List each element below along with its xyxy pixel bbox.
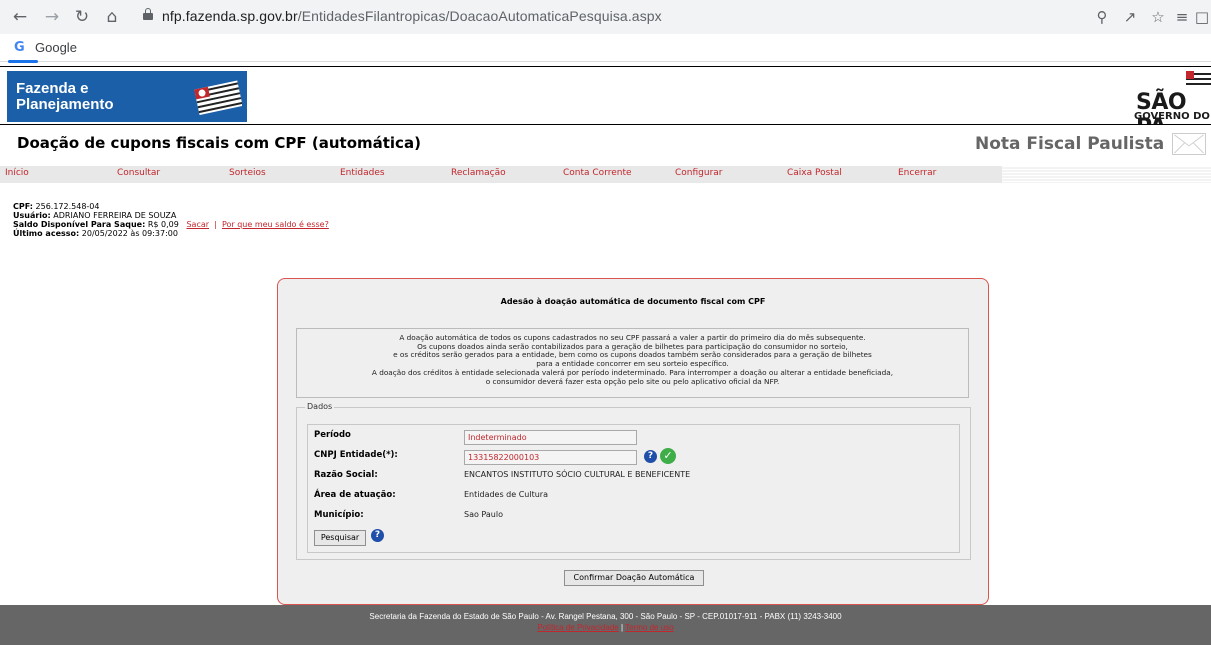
confirmar-doacao-button[interactable]: Confirmar Doação Automática — [564, 570, 704, 586]
pesquisar-button[interactable]: Pesquisar — [314, 530, 366, 546]
razao-social-value: ENCANTOS INSTITUTO SÓCIO CULTURAL E BENE… — [464, 470, 691, 479]
footer: Secretaria da Fazenda do Estado de São P… — [0, 605, 1211, 645]
sp-flag-small-icon — [1186, 71, 1211, 85]
cnpj-field[interactable]: 13315822000103 — [464, 450, 637, 465]
saldo-value: R$ 0,09 — [147, 220, 179, 229]
menu-item-caixa-postal[interactable]: Caixa Postal — [787, 168, 842, 178]
periodo-label: Período — [314, 430, 351, 440]
saldo-separator: | — [214, 220, 217, 229]
star-icon[interactable]: ☆ — [1146, 5, 1170, 29]
google-icon: G — [14, 40, 25, 55]
user-info: CPF: 256.172.548-04 Usuário: ADRIANO FER… — [13, 202, 329, 238]
sp-logo-subtitle: GOVERNO DO — [1134, 111, 1210, 122]
footer-links: Política de Privacidade | Termo de uso — [0, 623, 1211, 632]
footer-address: Secretaria da Fazenda do Estado de São P… — [369, 612, 842, 621]
cnpj-check-icon: ✓ — [660, 448, 676, 464]
area-atuacao-label: Área de atuação: — [314, 490, 396, 500]
bookmark-google[interactable]: Google — [35, 40, 77, 55]
ultimo-acesso-label: Último acesso: — [13, 229, 80, 238]
usuario-value: ADRIANO FERREIRA DE SOUZA — [53, 211, 177, 220]
main-menu: Início Consultar Sorteios Entidades Recl… — [0, 166, 1002, 183]
forward-icon[interactable]: → — [40, 5, 64, 29]
ultimo-acesso-row: Último acesso: 20/05/2022 às 09:37:00 — [13, 229, 329, 238]
usuario-label: Usuário: — [13, 211, 51, 220]
reload-icon[interactable]: ↻ — [70, 5, 94, 29]
menu-item-configurar[interactable]: Configurar — [675, 168, 723, 178]
menu-filler — [1002, 166, 1211, 183]
url-path: /EntidadesFilantropicas/DoacaoAutomatica… — [297, 8, 662, 24]
home-icon[interactable]: ⌂ — [100, 5, 124, 29]
pesquisar-help-icon[interactable]: ? — [371, 529, 384, 542]
logo-line1: Fazenda e — [16, 80, 89, 97]
menu-item-inicio[interactable]: Início — [5, 168, 29, 178]
lock-icon[interactable] — [143, 8, 153, 20]
dados-fieldset: Dados Período Indeterminado CNPJ Entidad… — [296, 402, 971, 560]
back-icon[interactable]: ← — [8, 5, 32, 29]
cpf-value: 256.172.548-04 — [35, 202, 100, 211]
menu-item-entidades[interactable]: Entidades — [340, 168, 385, 178]
razao-social-label: Razão Social: — [314, 470, 378, 480]
url-domain: nfp.fazenda.sp.gov.br — [162, 8, 298, 24]
info-text: A doação automática de todos os cupons c… — [297, 333, 968, 386]
logo-text: Fazenda e Planejamento — [16, 81, 114, 113]
cnpj-label: CNPJ Entidade(*): — [314, 450, 398, 460]
menu-item-conta-corrente[interactable]: Conta Corrente — [563, 168, 632, 178]
site-header: Fazenda e Planejamento SÃO PA GOVERNO DO — [0, 66, 1211, 140]
municipio-value: Sao Paulo — [464, 510, 503, 519]
sao-paulo-government-logo[interactable]: SÃO PA GOVERNO DO — [1134, 71, 1211, 140]
periodo-field[interactable]: Indeterminado — [464, 430, 637, 445]
menu-item-reclamacao[interactable]: Reclamação — [451, 168, 506, 178]
sacar-link[interactable]: Sacar — [186, 220, 209, 229]
area-atuacao-value: Entidades de Cultura — [464, 490, 548, 499]
ultimo-acesso-value: 20/05/2022 às 09:37:00 — [81, 229, 178, 238]
privacy-policy-link[interactable]: Política de Privacidade — [537, 623, 618, 632]
title-bar: Doação de cupons fiscais com CPF (automá… — [0, 125, 1211, 163]
share-icon[interactable]: ↗ — [1118, 5, 1142, 29]
logo-line2: Planejamento — [16, 96, 114, 113]
cpf-row: CPF: 256.172.548-04 — [13, 202, 329, 211]
terms-of-use-link[interactable]: Termo de uso — [625, 623, 673, 632]
panel-title: Adesão à doação automática de documento … — [500, 297, 766, 306]
info-box: A doação automática de todos os cupons c… — [296, 328, 969, 398]
dados-legend: Dados — [305, 402, 335, 411]
sp-flag-icon — [194, 80, 242, 115]
cpf-label: CPF: — [13, 202, 33, 211]
side-panel-icon[interactable]: □ — [1190, 5, 1211, 29]
envelope-icon[interactable] — [1172, 133, 1206, 155]
bookmarks-bar: G Google — [0, 34, 1211, 62]
info-line: o consumidor deverá fazer esta opção pel… — [485, 376, 780, 386]
app-title: Nota Fiscal Paulista — [975, 134, 1165, 154]
dados-inner: Período Indeterminado CNPJ Entidade(*): … — [307, 424, 960, 553]
tab-indicator — [8, 60, 38, 63]
fazenda-logo[interactable]: Fazenda e Planejamento — [7, 71, 247, 122]
address-bar[interactable]: nfp.fazenda.sp.gov.br/EntidadesFilantrop… — [162, 8, 662, 24]
municipio-label: Município: — [314, 510, 364, 520]
menu-item-consultar[interactable]: Consultar — [117, 168, 160, 178]
doacao-panel: Adesão à doação automática de documento … — [277, 278, 989, 605]
page-title: Doação de cupons fiscais com CPF (automá… — [17, 134, 421, 152]
menu-item-sorteios[interactable]: Sorteios — [229, 168, 266, 178]
footer-separator: | — [621, 623, 624, 632]
cnpj-help-icon[interactable]: ? — [644, 450, 657, 463]
zoom-icon[interactable]: ⚲ — [1090, 5, 1114, 29]
menu-item-encerrar[interactable]: Encerrar — [898, 168, 936, 178]
browser-toolbar: ← → ↻ ⌂ nfp.fazenda.sp.gov.br/EntidadesF… — [0, 0, 1211, 34]
saldo-label: Saldo Disponível Para Saque: — [13, 220, 146, 229]
usuario-row: Usuário: ADRIANO FERREIRA DE SOUZA — [13, 211, 329, 220]
saldo-row: Saldo Disponível Para Saque: R$ 0,09 Sac… — [13, 220, 329, 229]
por-que-saldo-link[interactable]: Por que meu saldo é esse? — [222, 220, 329, 229]
